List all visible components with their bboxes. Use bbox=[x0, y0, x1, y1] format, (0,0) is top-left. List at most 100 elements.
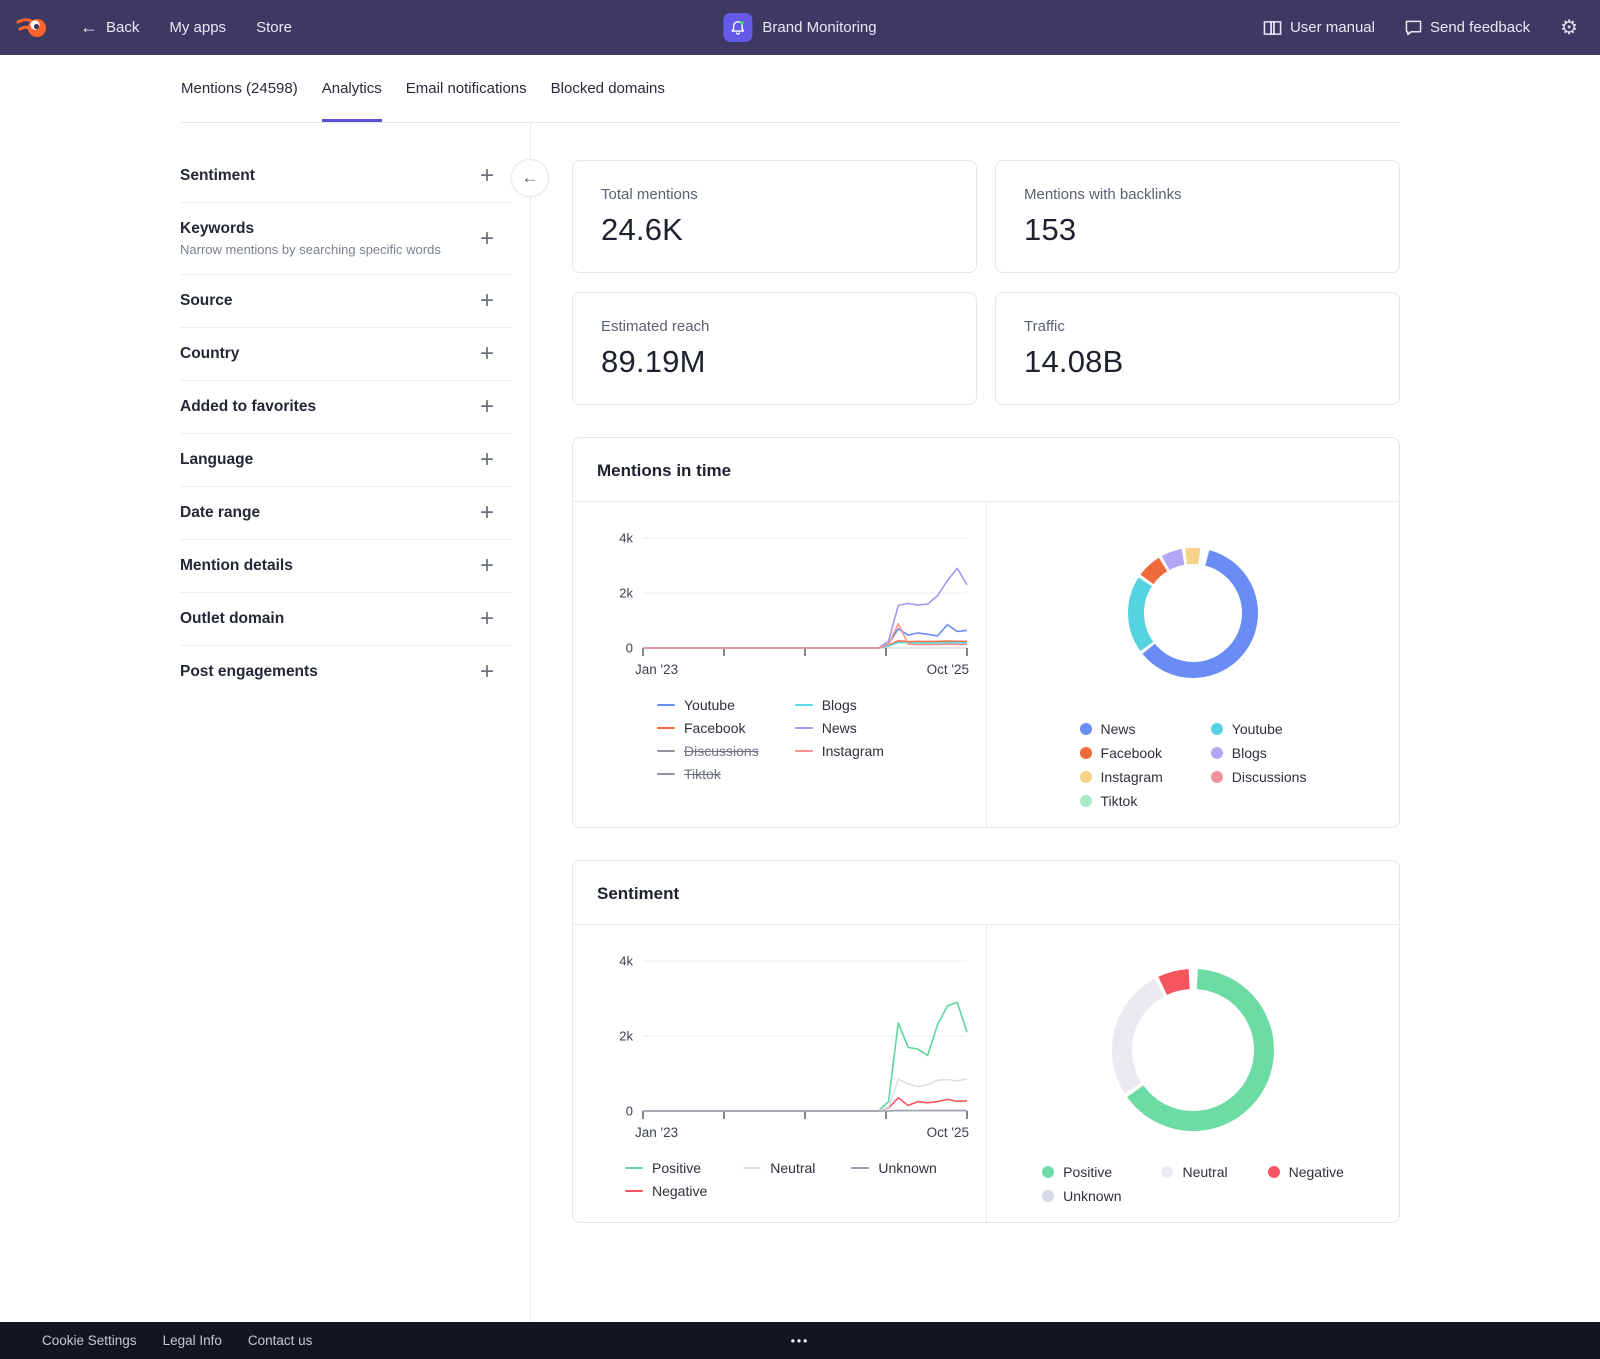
filter-post-engagements[interactable]: Post engagements+ bbox=[180, 646, 512, 698]
back-button[interactable]: ← Back bbox=[80, 17, 139, 38]
legend-swatch bbox=[1211, 771, 1223, 783]
legend-swatch bbox=[657, 750, 675, 752]
tab-email-notifications[interactable]: Email notifications bbox=[406, 55, 527, 122]
expand-plus-icon[interactable]: + bbox=[480, 504, 512, 522]
feedback-bubble-icon bbox=[1405, 20, 1422, 36]
footer-link-contact-us[interactable]: Contact us bbox=[248, 1333, 313, 1348]
svg-text:Jan '23: Jan '23 bbox=[635, 662, 678, 677]
legend-item-negative[interactable]: Negative bbox=[1268, 1164, 1344, 1180]
legend-item-youtube[interactable]: Youtube bbox=[1211, 721, 1307, 737]
svg-text:Jan '23: Jan '23 bbox=[635, 1125, 678, 1140]
legend-item-neutral[interactable]: Neutral bbox=[743, 1160, 815, 1176]
legend-swatch bbox=[1042, 1190, 1054, 1202]
legend-column: Positive Unknown bbox=[1042, 1164, 1121, 1204]
user-manual-label: User manual bbox=[1290, 19, 1375, 36]
tab-analytics[interactable]: Analytics bbox=[322, 55, 382, 122]
legend-swatch bbox=[657, 727, 675, 729]
legend-label: Positive bbox=[1063, 1164, 1112, 1180]
expand-plus-icon[interactable]: + bbox=[480, 663, 512, 681]
svg-text:0: 0 bbox=[626, 1104, 633, 1119]
filter-outlet-domain[interactable]: Outlet domain+ bbox=[180, 593, 512, 646]
stat-card-mentions-with-backlinks: Mentions with backlinks 153 bbox=[995, 160, 1400, 273]
filter-sentiment[interactable]: Sentiment + bbox=[180, 150, 512, 203]
expand-plus-icon[interactable]: + bbox=[480, 292, 512, 310]
legend-label: Negative bbox=[1289, 1164, 1344, 1180]
store-link[interactable]: Store bbox=[256, 19, 292, 36]
mentions-line-chart: 02k4kJan '23Oct '25 bbox=[595, 524, 976, 687]
stat-card-total-mentions: Total mentions24.6K bbox=[572, 160, 977, 273]
legend-label: Youtube bbox=[1232, 721, 1283, 737]
legend-label: Youtube bbox=[684, 697, 735, 713]
semrush-logo[interactable] bbox=[14, 13, 50, 43]
legend-swatch bbox=[1211, 723, 1223, 735]
legend-column: Unknown bbox=[851, 1160, 936, 1199]
expand-plus-icon[interactable]: + bbox=[480, 230, 512, 248]
expand-plus-icon[interactable]: + bbox=[480, 451, 512, 469]
legend-item-neutral[interactable]: Neutral bbox=[1161, 1164, 1227, 1180]
filter-added-to-favorites[interactable]: Added to favorites+ bbox=[180, 381, 512, 434]
legend-label: News bbox=[822, 720, 857, 736]
legend-item-news[interactable]: News bbox=[1080, 721, 1163, 737]
expand-plus-icon[interactable]: + bbox=[480, 557, 512, 575]
legend-label: Discussions bbox=[1232, 769, 1307, 785]
stat-value: 153 bbox=[1024, 212, 1371, 248]
tab-mentions[interactable]: Mentions (24598) bbox=[181, 55, 298, 122]
filter-sublabel: Narrow mentions by searching specific wo… bbox=[180, 242, 441, 257]
legend-label: Positive bbox=[652, 1160, 701, 1176]
legend-item-facebook[interactable]: Facebook bbox=[657, 720, 759, 736]
filter-label: Date range bbox=[180, 504, 260, 522]
footer-link-cookie-settings[interactable]: Cookie Settings bbox=[42, 1333, 137, 1348]
legend-item-instagram[interactable]: Instagram bbox=[795, 743, 884, 759]
legend-swatch bbox=[1211, 747, 1223, 759]
user-manual-button[interactable]: User manual bbox=[1263, 19, 1375, 36]
legend-item-blogs[interactable]: Blogs bbox=[1211, 745, 1307, 761]
tab-bar: Mentions (24598) Analytics Email notificat… bbox=[181, 55, 1400, 123]
legend-swatch bbox=[1268, 1166, 1280, 1178]
footer-more-button[interactable]: ••• bbox=[791, 1334, 810, 1348]
collapse-sidebar-button[interactable]: ← bbox=[511, 159, 549, 197]
legend-swatch bbox=[1080, 723, 1092, 735]
legend-swatch bbox=[625, 1167, 643, 1169]
legend-swatch bbox=[795, 727, 813, 729]
legend-swatch bbox=[1080, 747, 1092, 759]
legend-item-positive[interactable]: Positive bbox=[625, 1160, 707, 1176]
stat-card-traffic: Traffic14.08B bbox=[995, 292, 1400, 405]
filter-date-range[interactable]: Date range + bbox=[180, 487, 512, 540]
legend-item-blogs[interactable]: Blogs bbox=[795, 697, 884, 713]
legend-item-tiktok[interactable]: Tiktok bbox=[1080, 793, 1163, 809]
legend-swatch bbox=[851, 1167, 869, 1169]
legend-item-discussions[interactable]: Discussions bbox=[657, 743, 759, 759]
my-apps-link[interactable]: My apps bbox=[169, 19, 226, 36]
legend-swatch bbox=[795, 750, 813, 752]
filter-language[interactable]: Language+ bbox=[180, 434, 512, 487]
legend-item-unknown[interactable]: Unknown bbox=[1042, 1188, 1121, 1204]
legend-item-instagram[interactable]: Instagram bbox=[1080, 769, 1163, 785]
filter-label: Sentiment bbox=[180, 167, 255, 185]
expand-plus-icon[interactable]: + bbox=[480, 345, 512, 363]
legend-item-news[interactable]: News bbox=[795, 720, 884, 736]
expand-plus-icon[interactable]: + bbox=[480, 610, 512, 628]
tab-blocked-domains[interactable]: Blocked domains bbox=[551, 55, 665, 122]
stat-label: Mentions with backlinks bbox=[1024, 186, 1371, 203]
svg-text:0: 0 bbox=[626, 641, 633, 656]
legend-item-tiktok[interactable]: Tiktok bbox=[657, 766, 759, 782]
send-feedback-button[interactable]: Send feedback bbox=[1405, 19, 1530, 36]
filter-keywords[interactable]: KeywordsNarrow mentions by searching spe… bbox=[180, 203, 512, 275]
expand-plus-icon[interactable]: + bbox=[480, 167, 512, 185]
legend-label: Neutral bbox=[1182, 1164, 1227, 1180]
legend-item-positive[interactable]: Positive bbox=[1042, 1164, 1121, 1180]
filter-source[interactable]: Source+ bbox=[180, 275, 512, 328]
filter-mention-details[interactable]: Mention details+ bbox=[180, 540, 512, 593]
legend-item-discussions[interactable]: Discussions bbox=[1211, 769, 1307, 785]
legend-item-youtube[interactable]: Youtube bbox=[657, 697, 759, 713]
book-icon bbox=[1263, 20, 1282, 36]
legend-column: Youtube Blogs Discussions bbox=[1211, 721, 1307, 809]
settings-gear-icon[interactable]: ⚙ bbox=[1560, 18, 1578, 38]
filter-texts: Country bbox=[180, 345, 239, 363]
filter-country[interactable]: Country + bbox=[180, 328, 512, 381]
legend-item-unknown[interactable]: Unknown bbox=[851, 1160, 936, 1176]
legend-item-negative[interactable]: Negative bbox=[625, 1183, 707, 1199]
legend-item-facebook[interactable]: Facebook bbox=[1080, 745, 1163, 761]
footer-link-legal-info[interactable]: Legal Info bbox=[163, 1333, 222, 1348]
expand-plus-icon[interactable]: + bbox=[480, 398, 512, 416]
